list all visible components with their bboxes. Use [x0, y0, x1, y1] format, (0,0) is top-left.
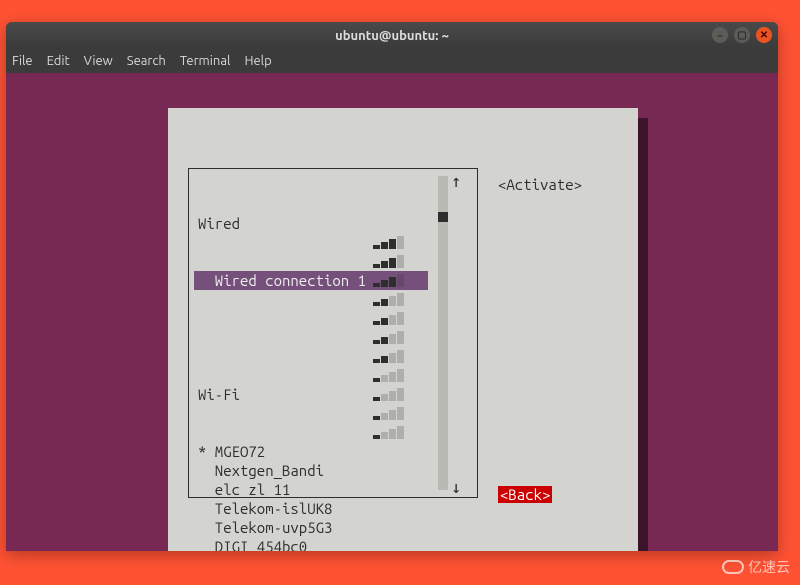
activate-button[interactable]: <Activate> — [498, 176, 582, 193]
wired-section-header: Wired — [198, 214, 433, 233]
signal-strength-icon — [373, 290, 405, 306]
nmtui-dialog: Wired Wired connection 1 Wi-Fi * MGEO72 … — [168, 108, 638, 551]
watermark-text: 亿速云 — [748, 557, 790, 577]
window-controls: – ▢ ✕ — [712, 27, 772, 43]
signal-strength-icon — [373, 404, 405, 420]
wifi-row[interactable]: Telekom-uvp5G3 — [198, 518, 433, 537]
signal-strength-icon — [373, 366, 405, 382]
maximize-button[interactable]: ▢ — [734, 27, 750, 43]
scroll-down-arrow-icon[interactable]: ↓ — [451, 478, 461, 498]
signal-strength-icon — [373, 423, 405, 439]
menubar: File Edit View Search Terminal Help — [6, 49, 778, 73]
wifi-row[interactable]: * MGEO72 — [198, 442, 433, 461]
titlebar: ubuntu@ubuntu: ~ – ▢ ✕ — [6, 22, 778, 49]
signal-strength-icon — [373, 328, 405, 344]
signal-strength-icon — [373, 233, 405, 249]
scrollbar-thumb[interactable] — [438, 212, 448, 222]
close-button[interactable]: ✕ — [756, 27, 772, 43]
signal-strength-column — [373, 233, 405, 439]
wifi-row[interactable]: Telekom-islUK8 — [198, 499, 433, 518]
scrollbar-track[interactable] — [438, 176, 448, 490]
menu-edit[interactable]: Edit — [47, 54, 70, 68]
terminal-window: ubuntu@ubuntu: ~ – ▢ ✕ File Edit View Se… — [6, 22, 778, 551]
menu-help[interactable]: Help — [244, 54, 271, 68]
wifi-row[interactable]: elc_zl_11 — [198, 480, 433, 499]
terminal-body[interactable]: Wired Wired connection 1 Wi-Fi * MGEO72 … — [6, 73, 778, 551]
watermark: 亿速云 — [722, 557, 790, 577]
wifi-row[interactable]: Nextgen_Bandi — [198, 461, 433, 480]
window-title: ubuntu@ubuntu: ~ — [335, 29, 449, 43]
menu-terminal[interactable]: Terminal — [180, 54, 231, 68]
signal-strength-icon — [373, 347, 405, 363]
menu-search[interactable]: Search — [127, 54, 166, 68]
wifi-row[interactable]: DIGI_454bc0 — [198, 537, 433, 551]
minimize-button[interactable]: – — [712, 27, 728, 43]
signal-strength-icon — [373, 271, 405, 287]
back-button[interactable]: <Back> — [498, 486, 552, 503]
signal-strength-icon — [373, 385, 405, 401]
scroll-up-arrow-icon[interactable]: ↑ — [451, 172, 461, 192]
menu-file[interactable]: File — [12, 54, 33, 68]
signal-strength-icon — [373, 252, 405, 268]
cloud-icon — [722, 560, 744, 574]
signal-strength-icon — [373, 309, 405, 325]
menu-view[interactable]: View — [84, 54, 113, 68]
